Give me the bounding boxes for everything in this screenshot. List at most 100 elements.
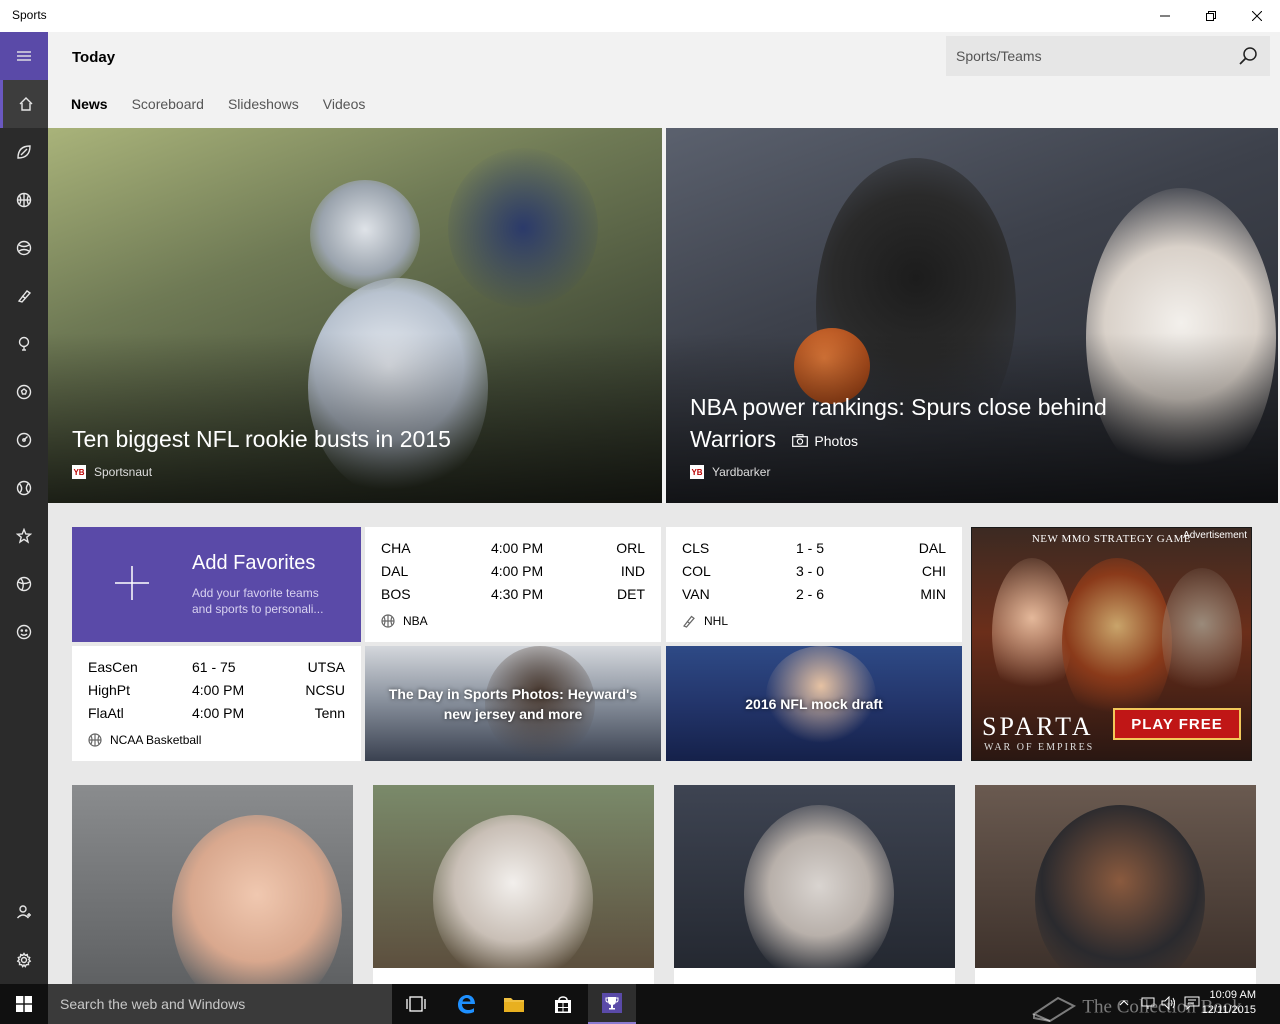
soccer-icon <box>16 384 32 400</box>
hero-photo-background-player <box>448 148 598 308</box>
file-explorer-button[interactable] <box>490 984 538 1024</box>
window-title: Sports <box>12 8 47 22</box>
golf-icon <box>18 336 30 351</box>
nav-fantasy[interactable] <box>0 608 48 656</box>
book-icon <box>1031 996 1077 1023</box>
basketball-icon <box>381 614 395 628</box>
hero-source: YB Sportsnaut <box>72 465 152 479</box>
taskbar-search[interactable] <box>48 984 392 1024</box>
photo-tile-nfl-mock-draft[interactable]: 2016 NFL mock draft <box>666 646 962 761</box>
close-button[interactable] <box>1234 0 1280 32</box>
article-tile[interactable] <box>674 785 955 984</box>
nav-home[interactable] <box>0 80 48 128</box>
watermark: The Collection Book <box>1030 994 1242 1023</box>
photo-tile-day-in-sports[interactable]: The Day in Sports Photos: Heyward's new … <box>365 646 661 761</box>
add-favorites-subtitle: Add your favorite teams and sports to pe… <box>192 586 324 616</box>
play-free-button[interactable]: PLAY FREE <box>1113 708 1241 740</box>
source-name: Sportsnaut <box>94 465 153 479</box>
home-icon <box>19 97 32 111</box>
hero-headline[interactable]: NBA power rankings: Spurs close behind W… <box>690 391 1170 457</box>
nav-baseball[interactable] <box>0 224 48 272</box>
score-row: DAL 4:00 PM IND <box>381 563 645 579</box>
source-name: Yardbarker <box>712 465 771 479</box>
football-icon <box>17 145 31 159</box>
tab-slideshows[interactable]: Slideshows <box>228 96 299 112</box>
league-label: NHL <box>682 614 728 628</box>
nav-settings[interactable] <box>0 936 48 984</box>
restore-icon <box>1206 11 1216 21</box>
nav-golf[interactable] <box>0 320 48 368</box>
ad-subtitle: WAR OF EMPIRES <box>984 742 1095 753</box>
nav-hockey[interactable] <box>0 272 48 320</box>
hockey-icon <box>683 615 695 628</box>
sports-app-button[interactable] <box>588 984 636 1024</box>
league-label: NBA <box>381 614 428 628</box>
score-row: FlaAtl 4:00 PM Tenn <box>88 705 345 721</box>
article-tile[interactable] <box>373 785 654 984</box>
search-input[interactable] <box>956 46 1226 66</box>
basketball-icon <box>16 192 32 208</box>
article-tile[interactable] <box>975 785 1256 984</box>
nav-tennis[interactable] <box>0 464 48 512</box>
edge-button[interactable] <box>442 984 490 1024</box>
restore-button[interactable] <box>1188 0 1234 32</box>
nav-racing[interactable] <box>0 416 48 464</box>
score-row: HighPt 4:00 PM NCSU <box>88 682 345 698</box>
article-tile[interactable] <box>72 785 353 984</box>
scoreboard-nhl[interactable]: CLS 1 - 5 DAL COL 3 - 0 CHI VAN 2 - 6 MIN NHL <box>666 527 962 642</box>
nav-basketball[interactable] <box>0 176 48 224</box>
menu-button[interactable] <box>0 32 48 80</box>
nav-football[interactable] <box>0 128 48 176</box>
photo-tile-caption: The Day in Sports Photos: Heyward's new … <box>388 686 638 722</box>
tennis-icon <box>16 480 32 496</box>
minimize-button[interactable] <box>1142 0 1188 32</box>
nav-soccer[interactable] <box>0 368 48 416</box>
nav-more-sports[interactable] <box>0 560 48 608</box>
search-box[interactable] <box>946 36 1270 76</box>
advertisement[interactable]: NEW MMO STRATEGY GAME Advertisement SPAR… <box>971 527 1252 761</box>
tab-videos[interactable]: Videos <box>323 96 366 112</box>
page-header: Today News Scoreboard Slideshows Videos <box>48 32 1280 128</box>
scoreboard-nba[interactable]: CHA 4:00 PM ORL DAL 4:00 PM IND BOS 4:30 PM DE… <box>365 527 661 642</box>
page-title: Today <box>72 49 116 66</box>
ad-label: Advertisement <box>1183 530 1247 541</box>
favorites-icon <box>16 528 32 544</box>
scoreboard-ncaa[interactable]: EasCen 61 - 75 UTSA HighPt 4:00 PM NCSU FlaA… <box>72 646 361 761</box>
ad-brand: SPARTA <box>982 712 1094 741</box>
score-row: CLS 1 - 5 DAL <box>682 540 946 556</box>
photo-tile-caption: 2016 NFL mock draft <box>745 696 883 712</box>
close-icon <box>1252 11 1262 21</box>
nav-account[interactable] <box>0 888 48 936</box>
search-icon[interactable] <box>1238 46 1258 66</box>
windows-logo-icon <box>16 996 32 1012</box>
league-label: NCAA Basketball <box>88 733 201 747</box>
ad-warrior-right <box>1162 568 1242 708</box>
task-view-button[interactable] <box>392 984 440 1024</box>
hero-article-nfl[interactable]: Ten biggest NFL rookie busts in 2015 YB … <box>48 128 662 503</box>
basketball-icon <box>88 733 102 747</box>
ad-warrior-left <box>992 558 1072 708</box>
camera-icon <box>792 434 809 448</box>
ad-warrior-center <box>1062 558 1172 728</box>
tile-photo-person <box>744 805 894 984</box>
store-button[interactable] <box>539 984 587 1024</box>
hero-article-nba[interactable]: NBA power rankings: Spurs close behind W… <box>666 128 1278 503</box>
nav-favorites[interactable] <box>0 512 48 560</box>
hero-headline[interactable]: Ten biggest NFL rookie busts in 2015 <box>72 423 451 455</box>
tab-news[interactable]: News <box>71 96 108 112</box>
trophy-icon <box>602 993 622 1013</box>
menu-icon <box>17 51 31 61</box>
more-sports-icon <box>16 576 32 592</box>
taskbar-search-input[interactable] <box>60 995 380 1013</box>
hero-source: YB Yardbarker <box>690 465 770 479</box>
edge-icon <box>458 995 475 1014</box>
baseball-icon <box>16 240 32 256</box>
nav-rail <box>0 32 48 984</box>
folder-icon <box>504 998 524 1012</box>
add-favorites-tile[interactable]: Add Favorites Add your favorite teams an… <box>72 527 361 642</box>
tab-scoreboard[interactable]: Scoreboard <box>132 96 204 112</box>
score-row: BOS 4:30 PM DET <box>381 586 645 602</box>
hero-photo-helmet <box>310 180 420 290</box>
score-row: COL 3 - 0 CHI <box>682 563 946 579</box>
start-button[interactable] <box>0 984 48 1024</box>
